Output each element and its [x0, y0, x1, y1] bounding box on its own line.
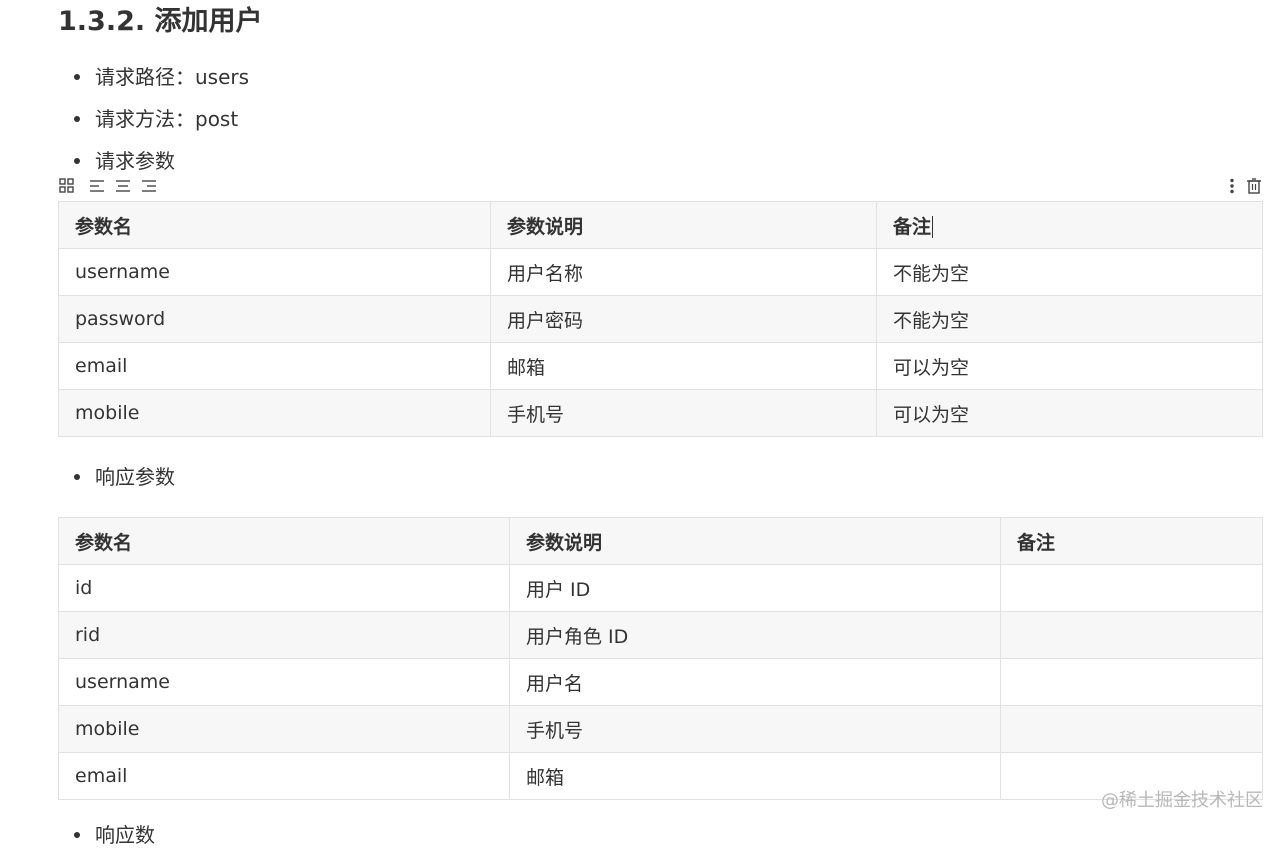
header-cell-param-name[interactable]: 参数名 [58, 517, 510, 565]
table-cell[interactable]: 用户密码 [490, 295, 877, 343]
list-item-partial: 响应数 [74, 820, 155, 850]
table-cell[interactable]: mobile [58, 705, 510, 753]
table-cell[interactable]: 用户名 [509, 658, 1001, 706]
table-cell[interactable]: 手机号 [509, 705, 1001, 753]
table-toolbar [58, 175, 1262, 197]
list-item-request-path: 请求路径：users [74, 62, 249, 92]
request-params-table: 参数名 参数说明 备注 username 用户名称 不能为空 password … [58, 201, 1263, 437]
table-row: username 用户名 [58, 658, 1263, 706]
bullet-dot-icon [74, 115, 80, 122]
table-row: id 用户 ID [58, 564, 1263, 612]
partial-text: 响应数 [95, 823, 155, 847]
table-cell[interactable]: 可以为空 [876, 389, 1263, 437]
table-row: rid 用户角色 ID [58, 611, 1263, 659]
bullet-dot-icon [74, 473, 80, 480]
table-cell[interactable] [1000, 611, 1263, 659]
header-cell-remark[interactable]: 备注 [876, 201, 1263, 249]
table-row: email 邮箱 [58, 752, 1263, 800]
list-item-response-params: 响应参数 [74, 462, 175, 492]
request-method-text: 请求方法：post [95, 107, 239, 131]
table-cell[interactable]: 不能为空 [876, 295, 1263, 343]
table-cell[interactable]: mobile [58, 389, 491, 437]
table-cell[interactable]: id [58, 564, 510, 612]
header-cell-param-desc[interactable]: 参数说明 [509, 517, 1001, 565]
table-cell[interactable]: email [58, 342, 491, 390]
response-params-text: 响应参数 [95, 465, 175, 489]
table-cell[interactable]: 用户名称 [490, 248, 877, 296]
list-item-request-params: 请求参数 [74, 146, 175, 176]
table-row: username 用户名称 不能为空 [58, 248, 1263, 296]
trash-icon[interactable] [1245, 177, 1263, 195]
header-cell-remark-text: 备注 [893, 215, 932, 238]
table-cell[interactable]: 可以为空 [876, 342, 1263, 390]
table-cell[interactable]: rid [58, 611, 510, 659]
request-path-text: 请求路径：users [95, 65, 250, 89]
more-vertical-icon[interactable] [1223, 177, 1241, 195]
align-left-icon[interactable] [88, 177, 106, 195]
table-cell[interactable]: username [58, 248, 491, 296]
table-cell[interactable] [1000, 705, 1263, 753]
list-item-request-method: 请求方法：post [74, 104, 238, 134]
align-center-icon[interactable] [114, 177, 132, 195]
header-cell-param-desc[interactable]: 参数说明 [490, 201, 877, 249]
request-params-text: 请求参数 [95, 149, 175, 173]
table-cell[interactable]: 用户 ID [509, 564, 1001, 612]
section-heading: 1.3.2. 添加用户 [58, 6, 263, 37]
table-cell[interactable]: username [58, 658, 510, 706]
table-row: mobile 手机号 [58, 705, 1263, 753]
table-row: password 用户密码 不能为空 [58, 295, 1263, 343]
bullet-dot-icon [74, 73, 80, 80]
table-cell[interactable]: email [58, 752, 510, 800]
bullet-dot-icon [74, 157, 80, 164]
text-cursor [932, 216, 934, 238]
table-cell[interactable] [1000, 564, 1263, 612]
header-cell-remark[interactable]: 备注 [1000, 517, 1263, 565]
table-cell[interactable] [1000, 658, 1263, 706]
header-cell-param-name[interactable]: 参数名 [58, 201, 491, 249]
grid-icon[interactable] [58, 177, 76, 195]
document-page: 1.3.2. 添加用户 请求路径：users 请求方法：post 请求参数 参数… [0, 0, 1285, 847]
table-cell[interactable]: password [58, 295, 491, 343]
watermark: @稀土掘金技术社区 [1101, 790, 1263, 811]
table-header-row: 参数名 参数说明 备注 [58, 201, 1263, 249]
table-cell[interactable]: 不能为空 [876, 248, 1263, 296]
table-cell[interactable]: 邮箱 [509, 752, 1001, 800]
response-params-table: 参数名 参数说明 备注 id 用户 ID rid 用户角色 ID usernam… [58, 517, 1263, 800]
table-cell[interactable]: 用户角色 ID [509, 611, 1001, 659]
align-right-icon[interactable] [140, 177, 158, 195]
table-header-row: 参数名 参数说明 备注 [58, 517, 1263, 565]
table-cell[interactable]: 手机号 [490, 389, 877, 437]
table-cell[interactable]: 邮箱 [490, 342, 877, 390]
table-row: mobile 手机号 可以为空 [58, 389, 1263, 437]
bullet-dot-icon [74, 831, 80, 838]
table-row: email 邮箱 可以为空 [58, 342, 1263, 390]
